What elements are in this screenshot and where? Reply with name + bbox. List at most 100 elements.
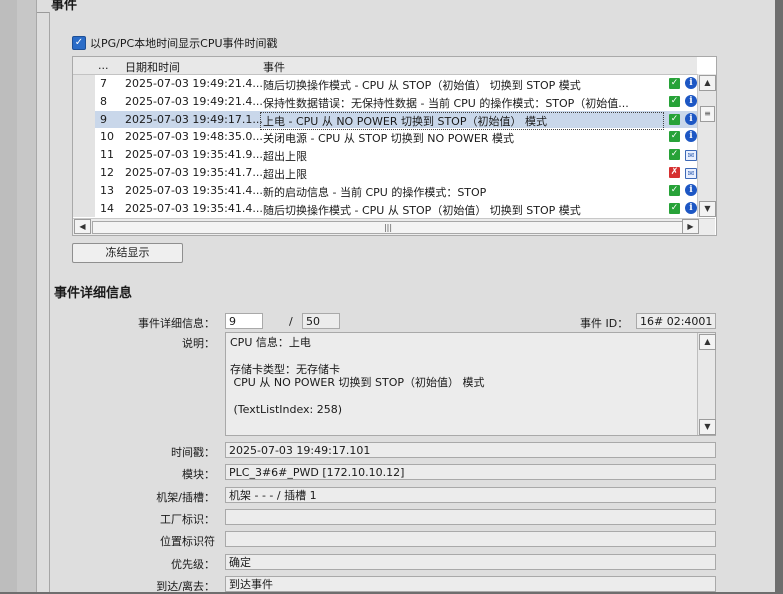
detail-separator: / <box>289 315 293 328</box>
freeze-display-button[interactable]: 冻结显示 <box>72 243 183 263</box>
description-line: CPU 从 NO POWER 切换到 STOP（初始值） 模式 <box>230 376 485 390</box>
row-gutter <box>73 92 95 111</box>
module-field: PLC_3#6#_PWD [172.10.10.12] <box>225 464 716 480</box>
description-line: CPU 信息：上电 <box>230 336 311 349</box>
row-number: 13 <box>100 183 114 197</box>
table-row[interactable]: 14 2025-07-03 19:35:41.4... 随后切换操作模式 - CPU… <box>73 199 697 218</box>
splitter-bar[interactable] <box>17 0 41 592</box>
scroll-thumb[interactable]: ||| <box>92 221 684 234</box>
row-gutter <box>73 181 95 200</box>
rack-slot-label: 机架/插槽： <box>156 491 215 504</box>
check-icon: ✓ <box>669 95 680 107</box>
description-line <box>230 390 484 403</box>
detail-label: 事件详细信息： <box>138 317 215 330</box>
check-icon: ✓ <box>669 78 680 89</box>
row-datetime: 2025-07-03 19:35:41.4... <box>125 183 263 197</box>
check-icon: ✓ <box>669 149 680 161</box>
check-icon: ✓ <box>669 202 680 214</box>
event-id-field: 16# 02:4001 <box>636 313 716 329</box>
row-event: 保持性数据错误：无保持性数据 - 当前 CPU 的操作模式：STOP（初始值..… <box>263 96 629 110</box>
table-row[interactable]: 13 2025-07-03 19:35:41.4... 新的启动信息 - 当前 CP… <box>73 181 697 200</box>
plant-id-label: 工厂标识： <box>160 513 215 526</box>
check-icon: ✓ <box>669 113 680 125</box>
rack-slot-field: 机架 - - - / 插槽 1 <box>225 487 716 503</box>
row-gutter <box>73 199 95 218</box>
row-datetime: 2025-07-03 19:35:41.7... <box>125 166 263 179</box>
description-line <box>230 349 484 362</box>
scroll-left-icon[interactable]: ◀ <box>74 219 91 234</box>
info-icon[interactable]: i <box>685 201 697 214</box>
message-icon[interactable]: ✉ <box>685 150 697 162</box>
divider <box>37 12 49 13</box>
timestamp-field: 2025-07-03 19:49:17.101 <box>225 442 716 458</box>
row-event: 超出上限 <box>263 150 307 164</box>
row-number: 11 <box>100 148 114 162</box>
detail-total-field: 50 <box>302 313 340 329</box>
window-edge <box>775 0 783 592</box>
row-gutter <box>73 146 95 164</box>
row-datetime: 2025-07-03 19:35:41.4... <box>125 201 263 215</box>
error-icon: ✗ <box>669 167 680 178</box>
module-label: 模块： <box>182 468 215 481</box>
row-number: 9 <box>100 112 107 126</box>
column-dots[interactable]: ... <box>98 59 109 72</box>
scroll-down-icon[interactable]: ▼ <box>699 201 716 217</box>
row-number: 8 <box>100 94 107 108</box>
row-event: 随后切换操作模式 - CPU 从 STOP（初始值） 切换到 STOP 模式 <box>263 79 581 92</box>
detail-index-field[interactable]: 9 <box>225 313 263 329</box>
info-icon[interactable]: i <box>685 112 697 125</box>
row-gutter <box>73 164 95 182</box>
scroll-down-icon[interactable]: ▼ <box>699 419 716 435</box>
location-id-field <box>225 531 716 547</box>
description-box[interactable]: CPU 信息：上电存储卡类型：无存储卡 CPU 从 NO POWER 切换到 S… <box>225 332 716 436</box>
row-datetime: 2025-07-03 19:35:41.9... <box>125 148 263 162</box>
event-id-label: 事件 ID： <box>580 317 629 330</box>
row-event: 新的启动信息 - 当前 CPU 的操作模式：STOP <box>263 185 487 199</box>
diagnostics-panel: 事件 ✓ 以PG/PC本地时间显示CPU事件时间戳 ... 日期和时间 事件 7… <box>37 0 775 593</box>
table-row[interactable]: 12 2025-07-03 19:35:41.7... 超出上限 ✗ ✉ <box>73 164 697 182</box>
left-panel-edge <box>0 0 18 592</box>
row-datetime: 2025-07-03 19:48:35.0... <box>125 130 263 144</box>
row-number: 10 <box>100 130 114 144</box>
plant-id-field <box>225 509 716 525</box>
column-datetime[interactable]: 日期和时间 <box>125 59 180 75</box>
priority-label: 优先级： <box>171 558 215 571</box>
scroll-up-icon[interactable]: ▲ <box>699 334 716 350</box>
local-time-checkbox[interactable]: ✓ <box>72 36 86 50</box>
row-number: 14 <box>100 201 114 215</box>
info-icon[interactable]: i <box>685 183 697 196</box>
priority-field: 确定 <box>225 554 716 570</box>
check-icon: ✓ <box>669 184 680 196</box>
event-table: ... 日期和时间 事件 7 2025-07-03 19:49:21.4... 随后… <box>72 56 717 236</box>
table-row[interactable]: 7 2025-07-03 19:49:21.4... 随后切换操作模式 - CPU … <box>73 75 697 93</box>
scroll-up-icon[interactable]: ▲ <box>699 75 716 91</box>
info-icon[interactable]: i <box>685 94 697 107</box>
message-icon[interactable]: ✉ <box>685 168 697 179</box>
row-event: 关闭电源 - CPU 从 STOP 切换到 NO POWER 模式 <box>263 132 514 146</box>
event-detail-title: 事件详细信息 <box>54 286 133 301</box>
row-event: 上电 - CPU 从 NO POWER 切换到 STOP（初始值） 模式 <box>260 111 664 130</box>
row-datetime: 2025-07-03 19:49:17.1... <box>125 112 263 126</box>
row-gutter <box>73 128 95 147</box>
description-scrollbar[interactable]: ▲ ▼ <box>697 333 716 435</box>
local-time-option[interactable]: ✓ 以PG/PC本地时间显示CPU事件时间戳 <box>72 35 278 51</box>
scroll-thumb[interactable]: ≡ <box>700 106 715 122</box>
info-icon[interactable]: i <box>685 130 697 143</box>
description-text: CPU 信息：上电存储卡类型：无存储卡 CPU 从 NO POWER 切换到 S… <box>230 336 484 416</box>
local-time-label: 以PG/PC本地时间显示CPU事件时间戳 <box>90 37 278 50</box>
description-line: (TextListIndex: 258) <box>230 403 343 416</box>
table-row[interactable]: 10 2025-07-03 19:48:35.0... 关闭电源 - CPU 从 S… <box>73 128 697 147</box>
vertical-scrollbar[interactable]: ▲ ≡ ▼ <box>697 74 716 217</box>
table-row[interactable]: 11 2025-07-03 19:35:41.9... 超出上限 ✓ ✉ <box>73 146 697 164</box>
divider <box>49 12 50 592</box>
description-label: 说明： <box>182 337 215 350</box>
table-row[interactable]: 8 2025-07-03 19:49:21.4... 保持性数据错误：无保持性数据 … <box>73 92 697 111</box>
horizontal-scrollbar[interactable]: ◀ ||| ▶ <box>73 218 715 235</box>
scroll-right-icon[interactable]: ▶ <box>682 219 699 234</box>
info-icon[interactable]: i <box>685 77 697 89</box>
arrive-leave-field: 到达事件 <box>225 576 716 592</box>
table-row[interactable]: 9 2025-07-03 19:49:17.1... 上电 - CPU 从 NO P… <box>73 110 697 130</box>
column-event[interactable]: 事件 <box>263 59 285 75</box>
check-icon: ✓ <box>669 131 680 143</box>
description-line: 存储卡类型：无存储卡 <box>230 362 340 376</box>
